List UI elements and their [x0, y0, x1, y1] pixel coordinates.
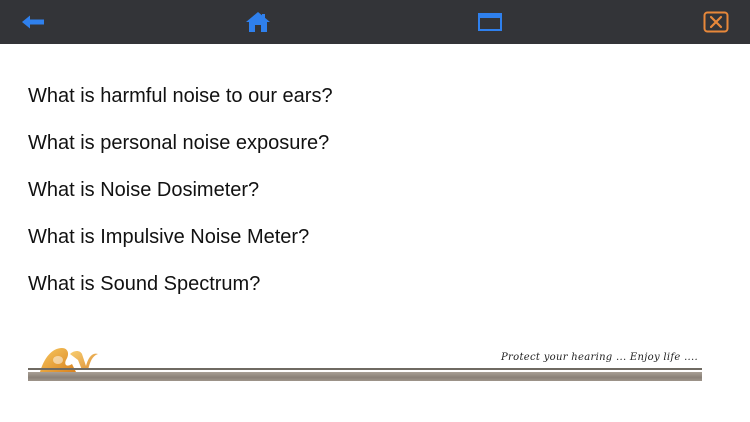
back-button[interactable] — [16, 6, 50, 38]
home-icon — [246, 12, 270, 32]
window-button[interactable] — [473, 6, 507, 38]
top-toolbar — [0, 0, 750, 44]
close-x-icon — [703, 11, 729, 33]
app-screen: What is harmful noise to our ears? What … — [0, 0, 750, 422]
footer-divider-thick — [28, 372, 702, 381]
footer-banner: Protect your hearing ... Enjoy life .... — [28, 344, 702, 384]
back-arrow-icon — [22, 15, 44, 29]
faq-item-harmful-noise[interactable]: What is harmful noise to our ears? — [28, 78, 333, 125]
faq-item-personal-exposure[interactable]: What is personal noise exposure? — [28, 125, 333, 172]
window-icon — [478, 13, 502, 31]
close-button[interactable] — [699, 6, 733, 38]
home-button[interactable] — [241, 6, 275, 38]
faq-item-sound-spectrum[interactable]: What is Sound Spectrum? — [28, 266, 333, 313]
footer-tagline: Protect your hearing ... Enjoy life .... — [501, 352, 698, 363]
faq-item-noise-dosimeter[interactable]: What is Noise Dosimeter? — [28, 172, 333, 219]
faq-list: What is harmful noise to our ears? What … — [28, 78, 333, 313]
faq-item-impulsive-noise-meter[interactable]: What is Impulsive Noise Meter? — [28, 219, 333, 266]
footer-divider-thin — [28, 368, 702, 370]
